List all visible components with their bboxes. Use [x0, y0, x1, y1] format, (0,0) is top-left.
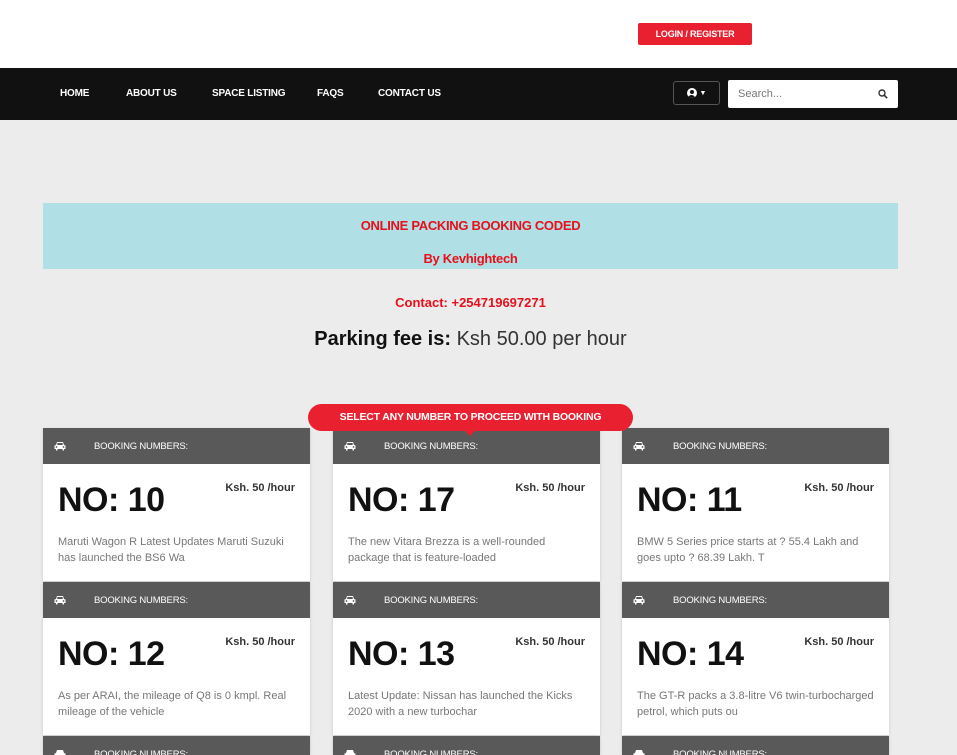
search-icon[interactable]	[878, 89, 888, 99]
select-number-prompt: SELECT ANY NUMBER TO PROCEED WITH BOOKIN…	[308, 404, 633, 436]
nav-faqs[interactable]: FAQS	[317, 88, 344, 99]
booking-card-11[interactable]: BOOKING NUMBERS: NO: 11 Ksh. 50 /hour BM…	[622, 428, 889, 581]
booking-number: NO: 13	[348, 635, 455, 673]
user-circle-icon	[686, 88, 697, 98]
car-icon	[344, 596, 356, 605]
parking-fee-value: Ksh 50.00 per hour	[456, 328, 627, 350]
booking-description: Maruti Wagon R Latest Updates Maruti Suz…	[58, 536, 284, 564]
top-bar: LOGIN / REGISTER	[0, 0, 957, 68]
card-header-label: BOOKING NUMBERS:	[673, 441, 767, 452]
booking-description: The GT-R packs a 3.8-litre V6 twin-turbo…	[637, 690, 874, 718]
car-icon	[344, 442, 356, 451]
car-icon	[54, 750, 66, 755]
contact-text: Contact: +254719697271	[395, 295, 546, 310]
booking-price: Ksh. 50 /hour	[804, 482, 874, 494]
card-header: BOOKING NUMBERS:	[622, 582, 889, 618]
booking-number: NO: 12	[58, 635, 165, 673]
card-header: BOOKING NUMBERS:	[622, 428, 889, 464]
car-icon	[344, 750, 356, 755]
user-menu-button[interactable]: ▼	[673, 81, 720, 105]
card-header: BOOKING NUMBERS:	[43, 582, 310, 618]
booking-card-13[interactable]: BOOKING NUMBERS: NO: 13 Ksh. 50 /hour La…	[333, 582, 600, 735]
car-icon	[633, 442, 645, 451]
booking-card-row3[interactable]: BOOKING NUMBERS:	[43, 736, 310, 755]
booking-card-row3[interactable]: BOOKING NUMBERS:	[622, 736, 889, 755]
card-header-label: BOOKING NUMBERS:	[673, 749, 767, 755]
nav-about-us[interactable]: ABOUT US	[126, 88, 177, 99]
booking-number: NO: 11	[637, 481, 742, 519]
nav-home[interactable]: HOME	[60, 88, 89, 99]
search-input[interactable]	[728, 80, 868, 108]
card-header: BOOKING NUMBERS:	[622, 736, 889, 755]
card-header: BOOKING NUMBERS:	[333, 736, 600, 755]
booking-price: Ksh. 50 /hour	[225, 482, 295, 494]
parking-fee-label: Parking fee is:	[314, 328, 452, 350]
card-header-label: BOOKING NUMBERS:	[94, 595, 188, 606]
banner-title: ONLINE PACKING BOOKING CODED	[360, 218, 581, 233]
car-icon	[54, 596, 66, 605]
nav-space-listing[interactable]: SPACE LISTING	[212, 88, 286, 99]
card-header: BOOKING NUMBERS:	[43, 736, 310, 755]
banner-author: By Kevhightech	[423, 251, 518, 266]
booking-card-12[interactable]: BOOKING NUMBERS: NO: 12 Ksh. 50 /hour As…	[43, 582, 310, 735]
booking-card-row3[interactable]: BOOKING NUMBERS:	[333, 736, 600, 755]
main-navbar: HOME ABOUT US SPACE LISTING FAQS CONTACT…	[0, 68, 957, 120]
card-header: BOOKING NUMBERS:	[333, 582, 600, 618]
chevron-down-icon: ▼	[699, 89, 707, 97]
booking-description: BMW 5 Series price starts at ? 55.4 Lakh…	[637, 536, 859, 564]
booking-number: NO: 10	[58, 481, 165, 519]
car-icon	[54, 442, 66, 451]
car-icon	[633, 596, 645, 605]
booking-number: NO: 17	[348, 481, 455, 519]
card-header-label: BOOKING NUMBERS:	[384, 595, 478, 606]
card-header-label: BOOKING NUMBERS:	[384, 749, 478, 755]
login-register-button[interactable]: LOGIN / REGISTER	[638, 23, 752, 45]
booking-price: Ksh. 50 /hour	[804, 636, 874, 648]
booking-number: NO: 14	[637, 635, 744, 673]
booking-description: Latest Update: Nissan has launched the K…	[348, 690, 573, 718]
booking-card-10[interactable]: BOOKING NUMBERS: NO: 10 Ksh. 50 /hour Ma…	[43, 428, 310, 581]
card-header: BOOKING NUMBERS:	[43, 428, 310, 464]
card-header-label: BOOKING NUMBERS:	[673, 595, 767, 606]
site-banner: ONLINE PACKING BOOKING CODED By Kevhight…	[43, 203, 898, 269]
card-header-label: BOOKING NUMBERS:	[94, 441, 188, 452]
nav-contact-us[interactable]: CONTACT US	[378, 88, 441, 99]
booking-description: The new Vitara Brezza is a well-rounded …	[348, 536, 546, 564]
car-icon	[633, 750, 645, 755]
booking-card-14[interactable]: BOOKING NUMBERS: NO: 14 Ksh. 50 /hour Th…	[622, 582, 889, 735]
search-box	[728, 80, 898, 108]
card-header-label: BOOKING NUMBERS:	[94, 749, 188, 755]
card-header-label: BOOKING NUMBERS:	[384, 441, 478, 452]
parking-fee: Parking fee is: Ksh 50.00 per hour	[0, 328, 941, 351]
booking-price: Ksh. 50 /hour	[225, 636, 295, 648]
booking-price: Ksh. 50 /hour	[515, 482, 585, 494]
booking-description: As per ARAI, the mileage of Q8 is 0 kmpl…	[58, 690, 287, 718]
booking-card-17[interactable]: BOOKING NUMBERS: NO: 17 Ksh. 50 /hour Th…	[333, 428, 600, 581]
booking-price: Ksh. 50 /hour	[515, 636, 585, 648]
